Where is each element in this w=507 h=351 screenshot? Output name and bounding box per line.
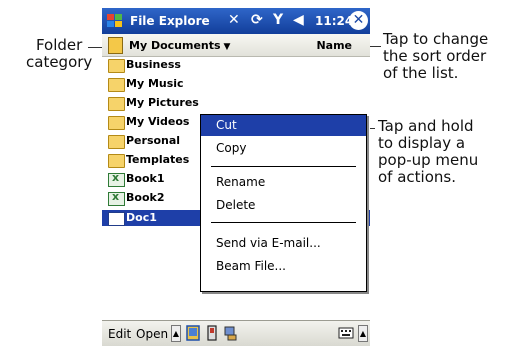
menu-item-cut[interactable]: Cut	[201, 115, 366, 136]
file-list: Business My Music My Pictures My Videos …	[102, 57, 370, 310]
folder-header: My Documents ▼ Name	[102, 34, 370, 57]
menu-item-label: Send via E-mail...	[216, 236, 321, 250]
list-item-label: My Videos	[126, 115, 190, 128]
title-bar: File Explore ✕ ⟳ Y ◀ 11:24 ✕	[102, 8, 370, 34]
callout-popup-line-2: to display a	[378, 134, 466, 152]
callout-folder-category: Folder category	[26, 37, 92, 71]
callout-sort-line-1: Tap to change	[383, 30, 489, 48]
menu-divider	[211, 222, 356, 223]
pocketpc-screen: File Explore ✕ ⟳ Y ◀ 11:24 ✕ My Document…	[102, 8, 370, 346]
menu-item-beam-file[interactable]: Beam File...	[201, 256, 366, 277]
network-share-icon[interactable]	[223, 325, 237, 341]
list-item[interactable]: My Music	[102, 76, 370, 92]
callout-popup-menu: Tap and hold to display a pop-up menu of…	[378, 118, 478, 186]
callout-popup-line-3: pop-up menu	[378, 151, 479, 169]
menu-item-delete[interactable]: Delete	[201, 195, 366, 216]
callout-sort-line-3: of the list.	[383, 64, 459, 82]
document-file-icon	[108, 212, 125, 226]
windows-start-icon[interactable]	[106, 12, 124, 30]
open-menu-button[interactable]: Open	[136, 327, 168, 341]
folder-icon	[108, 78, 125, 92]
folder-category-dropdown[interactable]: My Documents ▼	[129, 39, 230, 52]
list-item-label: Doc1	[126, 211, 157, 224]
callout-folder-line-2: category	[26, 53, 93, 71]
callout-popup-line-4: of actions.	[378, 168, 456, 186]
callout-sort-line-2: the sort order	[383, 47, 487, 65]
device-memory-icon[interactable]	[205, 325, 219, 341]
sort-by-button[interactable]: Name	[316, 39, 352, 52]
keyboard-icon[interactable]	[338, 325, 354, 341]
spreadsheet-file-icon	[108, 171, 125, 187]
menu-item-label: Rename	[216, 175, 266, 189]
edit-menu-button[interactable]: Edit	[108, 327, 131, 341]
list-item[interactable]: Business	[102, 57, 370, 73]
callout-folder-line-1: Folder	[35, 36, 83, 54]
folder-icon	[108, 135, 125, 149]
list-item-label: My Pictures	[126, 96, 199, 109]
storage-card-icon[interactable]	[186, 325, 200, 341]
folder-icon	[108, 97, 125, 111]
list-item-label: Business	[126, 58, 181, 71]
app-title: File Explore	[130, 14, 210, 28]
menu-item-label: Cut	[216, 118, 237, 132]
menu-item-send-via-email[interactable]: Send via E-mail...	[201, 233, 366, 254]
speaker-icon[interactable]: ◀	[293, 12, 304, 28]
list-item-label: Templates	[126, 153, 190, 166]
menu-divider	[211, 166, 356, 167]
menu-item-copy[interactable]: Copy	[201, 138, 366, 159]
signal-icon[interactable]: Y	[273, 12, 283, 28]
bottom-toolbar: Edit Open ▲ ▲	[102, 320, 370, 346]
input-panel-up-icon[interactable]: ▲	[358, 325, 368, 342]
menu-item-rename[interactable]: Rename	[201, 172, 366, 193]
list-item-label: Personal	[126, 134, 181, 147]
scroll-left-up-icon[interactable]: ▲	[171, 325, 181, 342]
menu-item-label: Beam File...	[216, 259, 286, 273]
chevron-down-icon: ▼	[223, 42, 231, 52]
list-item-label: Book2	[126, 191, 165, 204]
list-item-label: Book1	[126, 172, 165, 185]
sync-icon[interactable]: ⟳	[251, 12, 263, 28]
menu-item-label: Copy	[216, 141, 247, 155]
spreadsheet-file-icon	[108, 190, 125, 206]
callout-sort-order: Tap to change the sort order of the list…	[383, 31, 488, 82]
list-item-label: My Music	[126, 77, 184, 90]
menu-item-label: Delete	[216, 198, 256, 212]
connectivity-icon[interactable]: ✕	[228, 12, 240, 28]
folder-category-label: My Documents	[129, 39, 221, 52]
callout-popup-line-1: Tap and hold	[378, 117, 474, 135]
folder-icon	[108, 154, 125, 168]
clock-time[interactable]: 11:24	[315, 14, 353, 28]
folder-icon	[108, 116, 125, 130]
folder-icon	[108, 59, 125, 73]
close-icon[interactable]: ✕	[349, 11, 368, 30]
folder-category-icon[interactable]	[108, 37, 123, 54]
context-menu: Cut Copy Rename Delete Send via E-mail..…	[200, 114, 367, 292]
list-item[interactable]: My Pictures	[102, 95, 370, 111]
